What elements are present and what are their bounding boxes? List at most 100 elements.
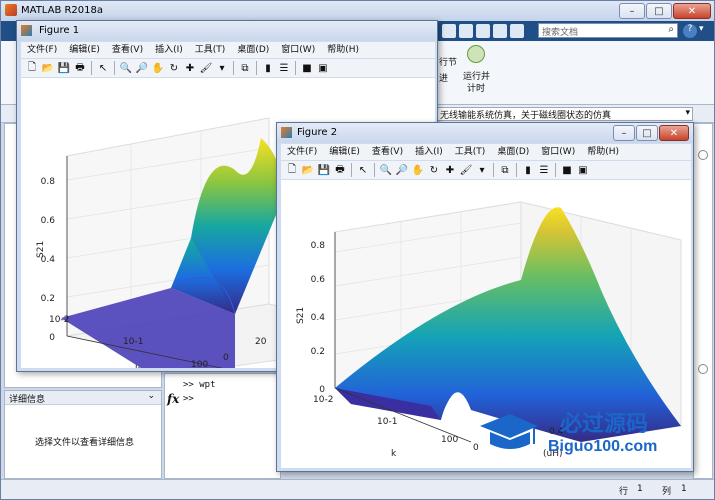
pointer-icon[interactable]: ↖ bbox=[96, 61, 110, 75]
zoom-in-icon[interactable]: 🔍 bbox=[379, 163, 393, 177]
colorbar-icon[interactable]: ▮ bbox=[521, 163, 535, 177]
toolstrip-fragment: 进 bbox=[439, 74, 449, 84]
menu-file[interactable]: 文件(F) bbox=[281, 144, 323, 160]
brush-icon[interactable]: 🖌 bbox=[459, 163, 473, 177]
search-icon[interactable]: ⌕ bbox=[668, 24, 674, 35]
zoom-in-icon[interactable]: 🔍 bbox=[119, 61, 133, 75]
status-bar: 行 1 列 1 bbox=[1, 479, 714, 499]
pan-icon[interactable]: ✋ bbox=[411, 163, 425, 177]
data-cursor-icon[interactable]: ✚ bbox=[443, 163, 457, 177]
pointer-icon[interactable]: ↖ bbox=[356, 163, 370, 177]
watermark-en: Biguo100.com bbox=[548, 438, 658, 455]
quick-access-icon[interactable] bbox=[510, 24, 524, 38]
menu-view[interactable]: 查看(V) bbox=[366, 144, 409, 160]
z-tick: 0.6 bbox=[311, 275, 326, 285]
search-box[interactable]: 搜索文档 ⌕ bbox=[538, 23, 678, 38]
data-cursor-icon[interactable]: ✚ bbox=[183, 61, 197, 75]
figure2-close-button[interactable]: ✕ bbox=[659, 125, 689, 141]
details-header[interactable]: 详细信息 ⌄ bbox=[5, 391, 161, 405]
z-tick: 0 bbox=[319, 385, 325, 395]
z-tick: 0.8 bbox=[41, 177, 56, 187]
menu-edit[interactable]: 编辑(E) bbox=[323, 144, 366, 160]
open-icon[interactable]: 📂 bbox=[301, 163, 315, 177]
details-empty-text: 选择文件以查看详细信息 bbox=[35, 438, 135, 448]
menu-insert[interactable]: 插入(I) bbox=[149, 42, 189, 58]
command-window[interactable]: >> wpt fx >> bbox=[164, 373, 281, 479]
menu-view[interactable]: 查看(V) bbox=[106, 42, 149, 58]
hide-tools-icon[interactable]: ■ bbox=[560, 163, 574, 177]
run-and-time-label[interactable]: 计时 bbox=[467, 81, 485, 94]
figure2-minimize-button[interactable]: – bbox=[613, 125, 635, 141]
link-plot-icon[interactable]: ⧉ bbox=[238, 61, 252, 75]
figure1-title: Figure 1 bbox=[39, 25, 80, 36]
z-tick: 0.4 bbox=[311, 313, 326, 323]
chevron-down-icon[interactable]: ▾ bbox=[475, 163, 489, 177]
main-maximize-button[interactable]: □ bbox=[646, 3, 672, 19]
status-row-label: 行 bbox=[619, 487, 629, 497]
menu-help[interactable]: 帮助(H) bbox=[581, 144, 625, 160]
show-tools-icon[interactable]: ▣ bbox=[576, 163, 590, 177]
quick-access-icon[interactable] bbox=[493, 24, 507, 38]
brush-icon[interactable]: 🖌 bbox=[199, 61, 213, 75]
legend-icon[interactable]: ☰ bbox=[537, 163, 551, 177]
quick-access-icon[interactable] bbox=[459, 24, 473, 38]
hide-tools-icon[interactable]: ■ bbox=[300, 61, 314, 75]
chevron-down-icon[interactable]: ▾ bbox=[215, 61, 229, 75]
menu-window[interactable]: 窗口(W) bbox=[275, 42, 321, 58]
menu-file[interactable]: 文件(F) bbox=[21, 42, 63, 58]
menu-desktop[interactable]: 桌面(D) bbox=[491, 144, 535, 160]
new-figure-icon[interactable]: 🗋 bbox=[285, 163, 299, 177]
figure2-maximize-button[interactable]: □ bbox=[636, 125, 658, 141]
legend-icon[interactable]: ☰ bbox=[277, 61, 291, 75]
pan-icon[interactable]: ✋ bbox=[151, 61, 165, 75]
scroll-icon[interactable] bbox=[698, 364, 708, 374]
rotate-icon[interactable]: ↻ bbox=[167, 61, 181, 75]
toolbar-separator bbox=[493, 163, 494, 177]
chevron-down-icon[interactable]: ▾ bbox=[685, 108, 690, 118]
menu-tools[interactable]: 工具(T) bbox=[449, 144, 492, 160]
rotate-icon[interactable]: ↻ bbox=[427, 163, 441, 177]
save-icon[interactable]: 💾 bbox=[317, 163, 331, 177]
link-plot-icon[interactable]: ⧉ bbox=[498, 163, 512, 177]
show-tools-icon[interactable]: ▣ bbox=[316, 61, 330, 75]
chevron-down-icon[interactable]: ⌄ bbox=[147, 391, 155, 401]
current-folder-field[interactable]: 无线输能系统仿真，关于磁线圈状态的仿真 ▾ bbox=[437, 107, 693, 121]
menu-help[interactable]: 帮助(H) bbox=[321, 42, 365, 58]
z-tick: 0.2 bbox=[311, 347, 325, 357]
figure-icon bbox=[281, 127, 292, 138]
z-tick: 0.8 bbox=[311, 241, 326, 251]
print-icon[interactable]: 🖶 bbox=[333, 163, 347, 177]
toolbar-separator bbox=[114, 61, 115, 75]
zoom-out-icon[interactable]: 🔎 bbox=[395, 163, 409, 177]
x-tick: 10-2 bbox=[49, 315, 69, 325]
quick-access-icon[interactable] bbox=[442, 24, 456, 38]
watermark-cn: 必过源码 bbox=[560, 412, 649, 437]
run-and-time-icon[interactable] bbox=[467, 45, 485, 63]
new-figure-icon[interactable]: 🗋 bbox=[25, 61, 39, 75]
menu-desktop[interactable]: 桌面(D) bbox=[231, 42, 275, 58]
menu-edit[interactable]: 编辑(E) bbox=[63, 42, 106, 58]
details-panel: 详细信息 ⌄ 选择文件以查看详细信息 bbox=[4, 390, 162, 479]
colorbar-icon[interactable]: ▮ bbox=[261, 61, 275, 75]
quick-access-icon[interactable] bbox=[476, 24, 490, 38]
zoom-out-icon[interactable]: 🔎 bbox=[135, 61, 149, 75]
menu-insert[interactable]: 插入(I) bbox=[409, 144, 449, 160]
menu-tools[interactable]: 工具(T) bbox=[189, 42, 232, 58]
save-icon[interactable]: 💾 bbox=[57, 61, 71, 75]
toolbar-separator bbox=[374, 163, 375, 177]
menu-window[interactable]: 窗口(W) bbox=[535, 144, 581, 160]
print-icon[interactable]: 🖶 bbox=[73, 61, 87, 75]
graduation-cap-logo bbox=[480, 414, 538, 449]
main-minimize-button[interactable]: – bbox=[619, 3, 645, 19]
fx-icon[interactable]: fx bbox=[167, 392, 179, 406]
search-input[interactable]: 搜索文档 bbox=[542, 25, 578, 38]
watermark: 必过源码 Biguo100.com bbox=[476, 404, 688, 464]
command-prompt[interactable]: >> bbox=[183, 394, 194, 404]
expand-icon[interactable]: ▾ bbox=[699, 24, 704, 34]
z-axis-label: S21 bbox=[296, 307, 306, 324]
help-icon[interactable]: ? bbox=[683, 24, 697, 38]
open-icon[interactable]: 📂 bbox=[41, 61, 55, 75]
figure1-title-bar: Figure 1 bbox=[17, 21, 437, 41]
main-close-button[interactable]: ✕ bbox=[673, 3, 711, 19]
scroll-icon[interactable] bbox=[698, 150, 708, 160]
